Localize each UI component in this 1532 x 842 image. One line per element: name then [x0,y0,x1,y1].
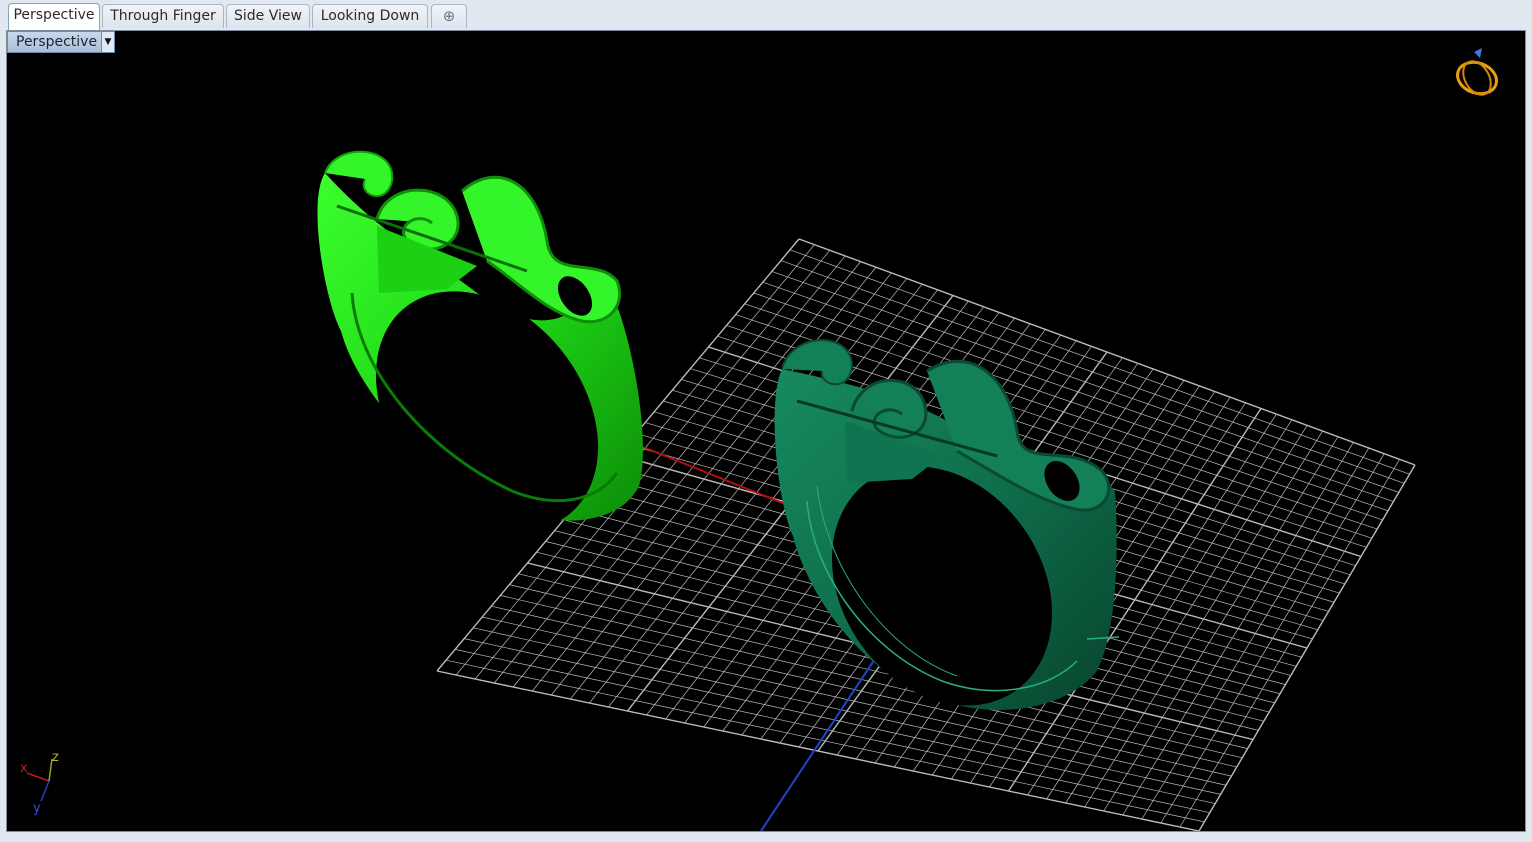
viewport-title-button[interactable]: Perspective ▼ [7,31,115,53]
ring-bright-green[interactable] [317,150,643,574]
tab-side-view[interactable]: Side View [226,4,310,28]
triangle-down-icon[interactable]: ▼ [101,32,114,52]
status-strip [0,832,1532,842]
triad-z-label: z [52,750,59,765]
rotate-ring-icon[interactable] [1453,48,1501,100]
grid-line [1179,459,1400,828]
perspective-viewport[interactable]: Perspective ▼ x z y [6,30,1526,832]
scene-canvas[interactable]: x z y [7,31,1526,832]
grid-line [445,659,1205,823]
tab-perspective[interactable]: Perspective [8,3,100,30]
grid-line [1103,436,1339,812]
triad-x-label: x [20,761,28,776]
viewport-tab-bar: Perspective Through Finger Side View Loo… [0,0,1532,30]
ring-dark-teal[interactable] [774,339,1120,748]
grid-line [455,649,1210,814]
tab-through-finger[interactable]: Through Finger [102,4,224,28]
grid-line [464,638,1216,804]
tab-looking-down[interactable]: Looking Down [312,4,428,28]
add-tab-button[interactable]: ⊕ [431,4,467,28]
viewport-title: Perspective [16,34,98,50]
axis-triad: x z y [20,750,59,816]
grid-line [436,670,1200,831]
plus-icon: ⊕ [442,7,456,25]
triad-y-label: y [33,801,41,816]
grid-line [1198,464,1416,831]
